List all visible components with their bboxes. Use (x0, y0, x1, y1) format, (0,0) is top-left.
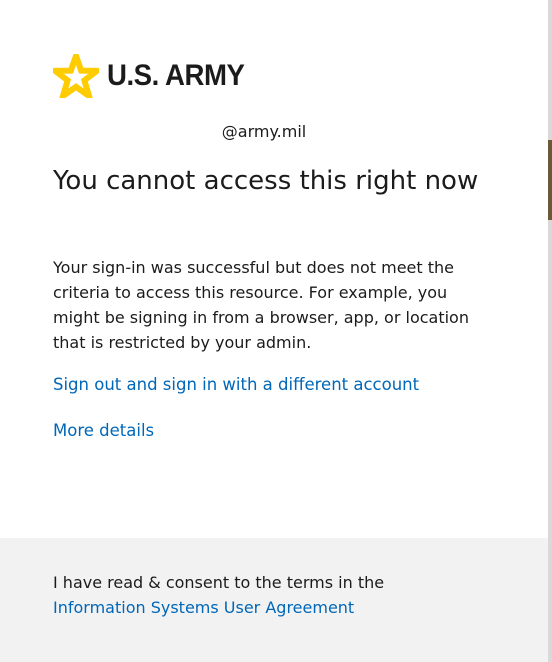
account-identity: @army.mil (221, 122, 307, 141)
consent-text-block: I have read & consent to the terms in th… (53, 570, 513, 620)
star-icon (53, 54, 99, 98)
sign-in-card: U.S. ARMY @army.mil You cannot access th… (0, 0, 548, 662)
more-details-link[interactable]: More details (53, 421, 154, 440)
consent-text: I have read & consent to the terms in th… (53, 573, 385, 592)
footer: I have read & consent to the terms in th… (0, 538, 548, 662)
user-agreement-link[interactable]: Information Systems User Agreement (53, 595, 354, 620)
error-description: Your sign-in was successful but does not… (53, 258, 469, 352)
army-logo: U.S. ARMY (53, 54, 256, 98)
brand-name: U.S. ARMY (107, 59, 245, 92)
page-title: You cannot access this right now (53, 166, 479, 196)
window-edge (548, 0, 552, 662)
sign-out-link[interactable]: Sign out and sign in with a different ac… (53, 375, 419, 394)
background-sliver (548, 140, 552, 220)
